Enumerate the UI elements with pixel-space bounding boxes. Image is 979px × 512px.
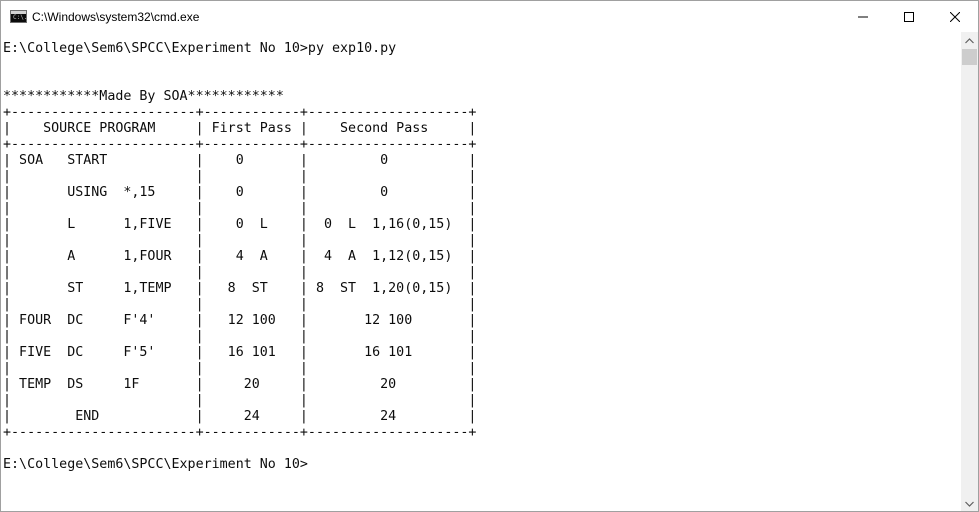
- title-bar[interactable]: C:\. C:\Windows\system32\cmd.exe: [1, 1, 978, 32]
- cmd-icon-glyph: C:\.: [13, 14, 28, 21]
- console-line: | USING *,15 | 0 | 0 |: [3, 185, 477, 200]
- window-title: C:\Windows\system32\cmd.exe: [32, 9, 200, 24]
- console-line: | | | |: [3, 233, 477, 248]
- console-line: +-----------------------+------------+--…: [3, 137, 477, 152]
- scroll-down-button[interactable]: [961, 495, 978, 511]
- console-line: | | | |: [3, 361, 477, 376]
- console-line: | FOUR DC F'4' | 12 100 | 12 100 |: [3, 313, 477, 328]
- vertical-scrollbar[interactable]: [961, 32, 978, 511]
- cmd-window: C:\. C:\Windows\system32\cmd.exe E:\Coll…: [0, 0, 979, 512]
- scroll-up-button[interactable]: [961, 32, 978, 49]
- console-line: | L 1,FIVE | 0 L | 0 L 1,16(0,15) |: [3, 217, 477, 232]
- console-line: | ST 1,TEMP | 8 ST | 8 ST 1,20(0,15) |: [3, 281, 477, 296]
- console-line: | | | |: [3, 329, 477, 344]
- console-line: | END | 24 | 24 |: [3, 409, 477, 424]
- console-line: | SOURCE PROGRAM | First Pass | Second P…: [3, 121, 477, 136]
- console-line: | SOA START | 0 | 0 |: [3, 153, 477, 168]
- console-line: E:\College\Sem6\SPCC\Experiment No 10>: [3, 457, 308, 472]
- console-text: E:\College\Sem6\SPCC\Experiment No 10>py…: [3, 41, 476, 473]
- console-line: | A 1,FOUR | 4 A | 4 A 1,12(0,15) |: [3, 249, 477, 264]
- maximize-icon: [904, 11, 914, 22]
- scroll-down-arrow-icon: [965, 501, 974, 507]
- console-line: | | | |: [3, 393, 477, 408]
- close-icon: [950, 11, 960, 22]
- console-line: | FIVE DC F'5' | 16 101 | 16 101 |: [3, 345, 477, 360]
- console-line: +-----------------------+------------+--…: [3, 425, 477, 440]
- console-line: | | | |: [3, 297, 477, 312]
- console-line: | | | |: [3, 169, 477, 184]
- close-button[interactable]: [932, 1, 978, 32]
- maximize-button[interactable]: [886, 1, 932, 32]
- scroll-up-arrow-icon: [965, 37, 974, 43]
- console-output-area[interactable]: E:\College\Sem6\SPCC\Experiment No 10>py…: [1, 32, 961, 511]
- console-line: | TEMP DS 1F | 20 | 20 |: [3, 377, 477, 392]
- console-line: +-----------------------+------------+--…: [3, 105, 477, 120]
- scrollbar-thumb[interactable]: [962, 49, 977, 65]
- minimize-button[interactable]: [840, 1, 886, 32]
- window-controls: [840, 1, 978, 32]
- console-line: | | | |: [3, 265, 477, 280]
- minimize-icon: [858, 16, 868, 17]
- console-line: | | | |: [3, 201, 477, 216]
- console-line: ************Made By SOA************: [3, 89, 284, 104]
- cmd-icon[interactable]: C:\.: [10, 10, 27, 23]
- console-line: E:\College\Sem6\SPCC\Experiment No 10>py…: [3, 41, 397, 56]
